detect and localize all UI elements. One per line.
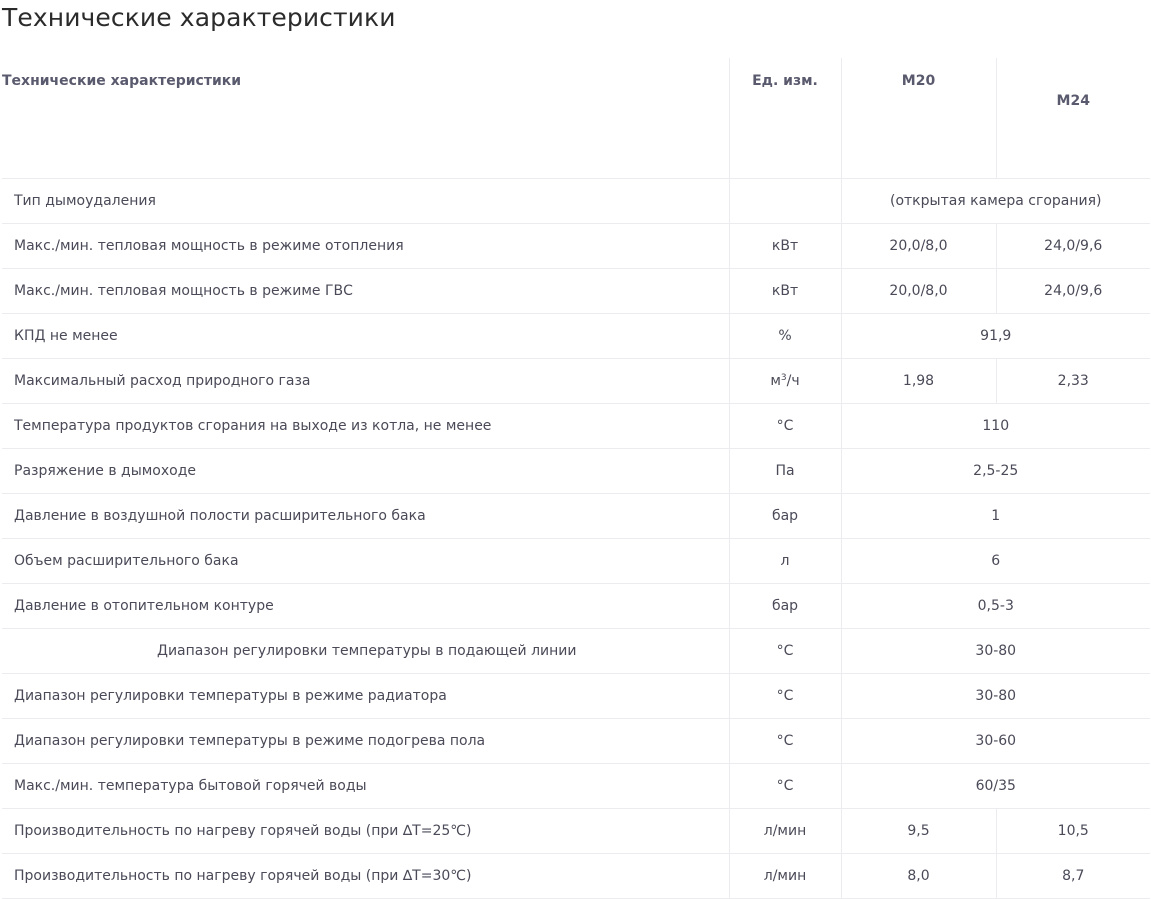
row-unit: °С <box>729 718 842 764</box>
unit-tail: /ч <box>786 373 800 389</box>
row-unit: л/мин <box>729 853 842 899</box>
row-unit: °С <box>729 628 842 674</box>
row-name: Диапазон регулировки температуры в режим… <box>2 673 730 719</box>
header-model-m24: M24 <box>996 58 1150 179</box>
row-value-shared: (открытая камера сгорания) <box>841 178 1150 224</box>
row-name: Давление в отопительном контуре <box>2 583 730 629</box>
row-value-shared: 110 <box>841 403 1150 449</box>
row-value-m20: 20,0/8,0 <box>841 223 997 269</box>
row-name: Производительность по нагреву горячей во… <box>2 853 730 899</box>
row-name: Температура продуктов сгорания на выходе… <box>2 403 730 449</box>
row-unit <box>729 178 842 224</box>
table-row: Производительность по нагреву горячей во… <box>2 853 1150 899</box>
header-model-m20: M20 <box>841 58 997 179</box>
row-unit: л <box>729 538 842 584</box>
table-row: Макс./мин. тепловая мощность в режиме от… <box>2 223 1150 269</box>
table-row: Разряжение в дымоходе Па 2,5-25 <box>2 448 1150 494</box>
row-unit: м3/ч <box>729 358 842 404</box>
table-row: Макс./мин. тепловая мощность в режиме ГВ… <box>2 268 1150 314</box>
row-value-m20: 8,0 <box>841 853 997 899</box>
row-name: КПД не менее <box>2 313 730 359</box>
row-name: Макс./мин. тепловая мощность в режиме ГВ… <box>2 268 730 314</box>
row-value-shared: 1 <box>841 493 1150 539</box>
header-characteristics: Технические характеристики <box>2 58 730 179</box>
row-value-m24: 24,0/9,6 <box>996 223 1150 269</box>
specs-table-body: Тип дымоудаления (открытая камера сгоран… <box>2 178 1150 899</box>
row-name: Максимальный расход природного газа <box>2 358 730 404</box>
table-row: Объем расширительного бака л 6 <box>2 538 1150 584</box>
row-value-shared: 60/35 <box>841 763 1150 809</box>
row-name: Разряжение в дымоходе <box>2 448 730 494</box>
table-row: Диапазон регулировки температуры в подаю… <box>2 628 1150 674</box>
table-row: Максимальный расход природного газа м3/ч… <box>2 358 1150 404</box>
row-value-shared: 30-80 <box>841 628 1150 674</box>
row-value-m20: 9,5 <box>841 808 997 854</box>
specs-table-header: Технические характеристики Ед. изм. M20 … <box>2 58 1150 179</box>
row-name: Макс./мин. температура бытовой горячей в… <box>2 763 730 809</box>
row-name: Давление в воздушной полости расширитель… <box>2 493 730 539</box>
page-title: Технические характеристики <box>2 3 396 32</box>
table-row: Давление в воздушной полости расширитель… <box>2 493 1150 539</box>
row-value-m20: 1,98 <box>841 358 997 404</box>
row-value-m24: 24,0/9,6 <box>996 268 1150 314</box>
table-row: Диапазон регулировки температуры в режим… <box>2 673 1150 719</box>
specs-table: Технические характеристики Ед. изм. M20 … <box>2 58 1150 899</box>
row-unit: % <box>729 313 842 359</box>
row-unit: °С <box>729 673 842 719</box>
row-value-shared: 30-60 <box>841 718 1150 764</box>
row-name: Диапазон регулировки температуры в подаю… <box>2 628 730 674</box>
row-value-m24: 2,33 <box>996 358 1150 404</box>
row-value-shared: 91,9 <box>841 313 1150 359</box>
table-row: Диапазон регулировки температуры в режим… <box>2 718 1150 764</box>
row-unit: °С <box>729 403 842 449</box>
row-unit: бар <box>729 493 842 539</box>
table-row: Производительность по нагреву горячей во… <box>2 808 1150 854</box>
table-row: Макс./мин. температура бытовой горячей в… <box>2 763 1150 809</box>
row-value-shared: 30-80 <box>841 673 1150 719</box>
header-unit: Ед. изм. <box>729 58 842 179</box>
row-unit: кВт <box>729 268 842 314</box>
row-unit: бар <box>729 583 842 629</box>
table-row: Тип дымоудаления (открытая камера сгоран… <box>2 178 1150 224</box>
row-value-m24: 10,5 <box>996 808 1150 854</box>
table-row: Давление в отопительном контуре бар 0,5-… <box>2 583 1150 629</box>
row-name: Тип дымоудаления <box>2 178 730 224</box>
row-value-shared: 2,5-25 <box>841 448 1150 494</box>
row-name: Макс./мин. тепловая мощность в режиме от… <box>2 223 730 269</box>
row-unit: Па <box>729 448 842 494</box>
row-name: Диапазон регулировки температуры в режим… <box>2 718 730 764</box>
row-unit: л/мин <box>729 808 842 854</box>
row-value-m24: 8,7 <box>996 853 1150 899</box>
row-name: Производительность по нагреву горячей во… <box>2 808 730 854</box>
row-value-m20: 20,0/8,0 <box>841 268 997 314</box>
table-row: Температура продуктов сгорания на выходе… <box>2 403 1150 449</box>
row-name: Объем расширительного бака <box>2 538 730 584</box>
row-unit: °С <box>729 763 842 809</box>
row-value-shared: 0,5-3 <box>841 583 1150 629</box>
header-row: Технические характеристики Ед. изм. M20 … <box>2 58 1150 179</box>
table-row: КПД не менее % 91,9 <box>2 313 1150 359</box>
unit-base: м <box>770 373 781 389</box>
row-value-shared: 6 <box>841 538 1150 584</box>
row-unit: кВт <box>729 223 842 269</box>
